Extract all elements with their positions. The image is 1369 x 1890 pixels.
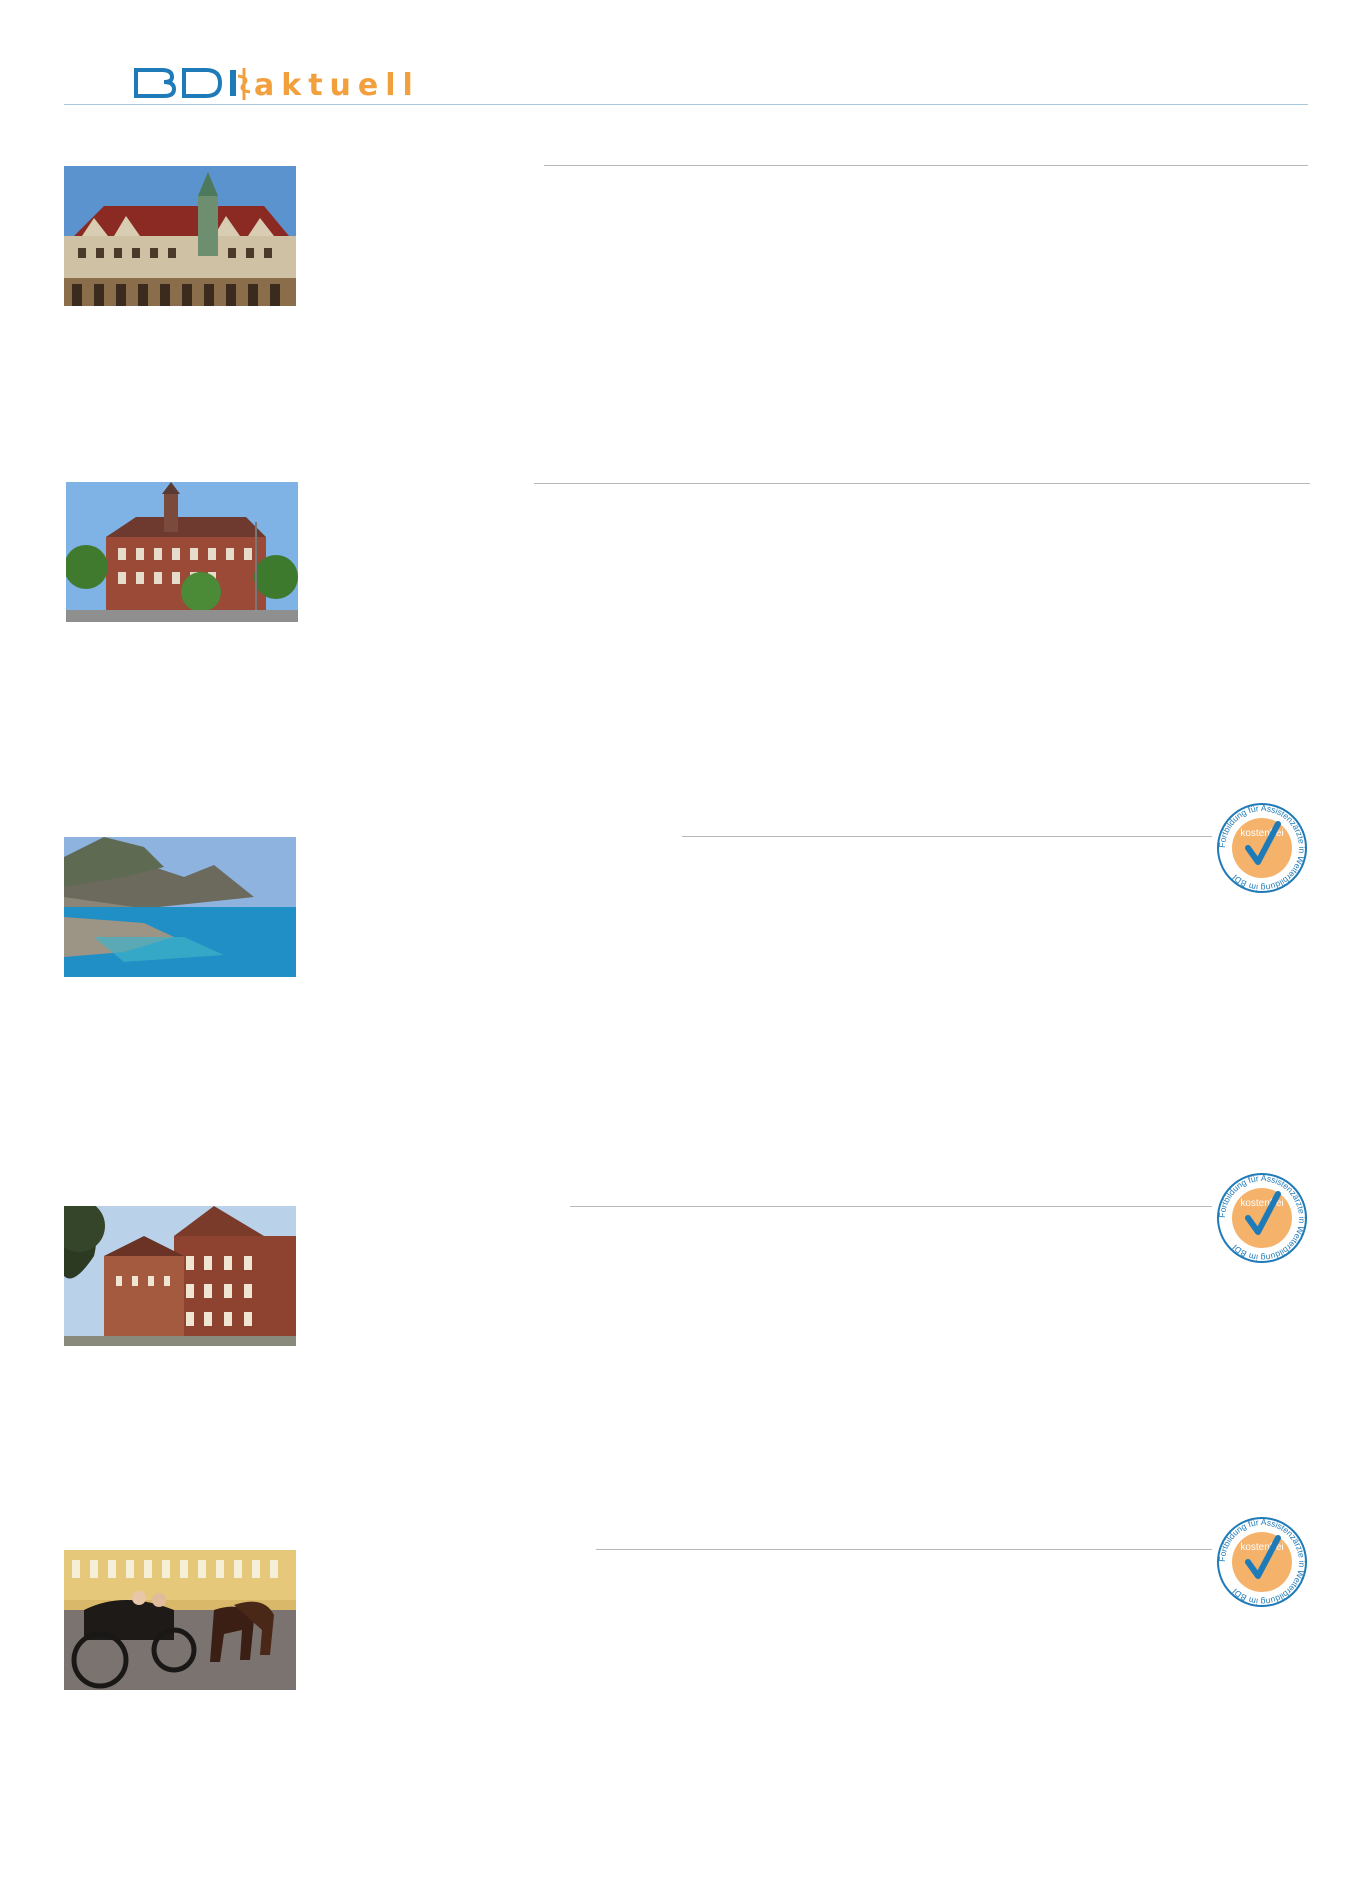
kostenfrei-badge-icon: kostenfrei Fortbildung für Assistenzärzt… — [1217, 1517, 1307, 1607]
horse-carriage-in-front-of-palace-photo — [64, 1550, 296, 1690]
leipzig-old-town-hall-photo — [64, 166, 296, 306]
section-divider — [534, 483, 1310, 484]
rocky-coast-and-sea-photo — [64, 837, 296, 977]
section-divider — [570, 1206, 1212, 1207]
section-divider — [544, 165, 1308, 166]
header-divider — [64, 104, 1308, 105]
bdi-logo-mark — [134, 68, 251, 100]
kostenfrei-badge-icon: kostenfrei Fortbildung für Assistenzärzt… — [1217, 803, 1307, 893]
logo-aktuell-text: aktuell — [254, 68, 420, 103]
brick-hospital-building-photo — [64, 1206, 296, 1346]
section-divider — [682, 836, 1212, 837]
section-divider — [596, 1549, 1212, 1550]
kostenfrei-badge-icon: kostenfrei Fortbildung für Assistenzärzt… — [1217, 1173, 1307, 1263]
red-brick-building-with-tower-photo — [66, 482, 298, 622]
